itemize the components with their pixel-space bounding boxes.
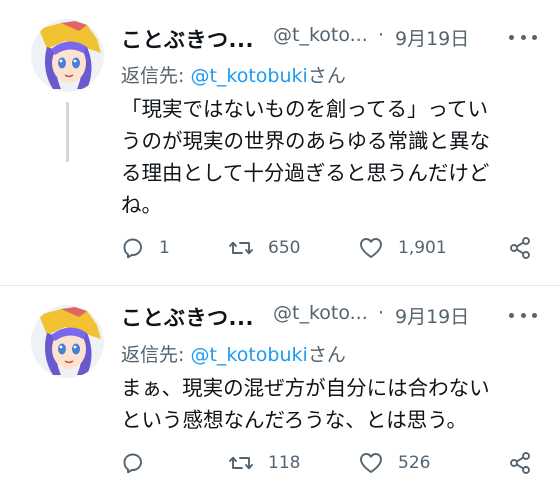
thread-connector-line [66, 102, 69, 162]
tweet-divider [0, 285, 560, 286]
like-count: 526 [398, 453, 431, 473]
tweet-date[interactable]: 9月19日 [395, 24, 469, 51]
more-icon[interactable] [509, 27, 537, 47]
tweet-date[interactable]: 9月19日 [395, 302, 469, 329]
reply-icon [123, 238, 142, 259]
tweet-actions: 118 526 [121, 448, 541, 478]
reply-button[interactable]: 1 [121, 233, 170, 263]
reply-button[interactable] [121, 448, 159, 478]
reply-context: 返信先: @t_kotobukiさん [121, 61, 346, 88]
retweet-button[interactable]: 118 [228, 448, 300, 478]
like-icon [360, 238, 382, 258]
avatar[interactable] [31, 19, 104, 92]
avatar[interactable] [31, 305, 104, 378]
reply-suffix: さん [307, 344, 346, 366]
retweet-icon [229, 241, 253, 255]
reply-suffix: さん [307, 65, 346, 87]
avatar-image [31, 19, 104, 92]
like-count: 1,901 [398, 238, 447, 258]
user-handle[interactable]: @t_koto... [273, 24, 368, 46]
retweet-button[interactable]: 650 [228, 233, 300, 263]
like-button[interactable]: 526 [358, 448, 430, 478]
reply-mention-link[interactable]: @t_kotobuki [190, 65, 307, 87]
share-button[interactable] [508, 448, 532, 478]
tweet[interactable]: ことぶきつ... @t_koto... · 9月19日 返信先: @t_koto… [0, 285, 560, 490]
share-icon [510, 237, 530, 259]
share-button[interactable] [508, 233, 532, 263]
tweet-text: 「現実ではないものを創ってる」ってい うのが現実の世界のあらゆる常識と異な る理… [121, 97, 490, 217]
reply-prefix: 返信先: [121, 344, 191, 366]
user-handle[interactable]: @t_koto... [273, 302, 368, 324]
like-icon [360, 453, 382, 473]
tweet-actions: 1 650 1,901 [121, 233, 541, 263]
reply-icon [123, 453, 142, 474]
reply-count: 1 [159, 238, 170, 258]
reply-prefix: 返信先: [121, 65, 191, 87]
retweet-icon [229, 456, 253, 470]
more-icon[interactable] [509, 305, 537, 325]
reply-context: 返信先: @t_kotobukiさん [121, 340, 346, 367]
share-icon [510, 452, 530, 474]
meta-separator: · [378, 302, 385, 324]
retweet-count: 118 [268, 453, 301, 473]
display-name[interactable]: ことぶきつ... [121, 24, 254, 54]
like-button[interactable]: 1,901 [358, 233, 447, 263]
display-name[interactable]: ことぶきつ... [121, 302, 254, 332]
retweet-count: 650 [268, 238, 301, 258]
avatar-image [31, 305, 104, 378]
tweet-text: まぁ、現実の混ぜ方が自分には合わない という感想なんだろうな、とは思う。 [121, 376, 490, 432]
tweet[interactable]: ことぶきつ... @t_koto... · 9月19日 返信先: @t_koto… [0, 0, 560, 285]
reply-mention-link[interactable]: @t_kotobuki [190, 344, 307, 366]
meta-separator: · [378, 24, 385, 46]
